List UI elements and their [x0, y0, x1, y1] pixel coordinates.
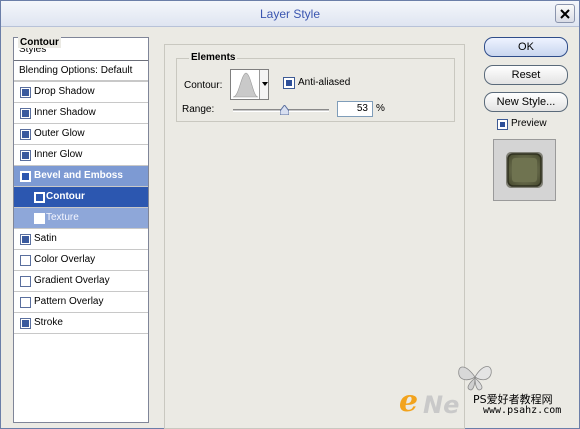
contour-label: Contour: [184, 80, 223, 91]
anti-aliased-checkbox[interactable] [283, 77, 295, 89]
new-style-button[interactable]: New Style... [484, 92, 568, 112]
style-item-label: Drop Shadow [34, 86, 95, 97]
preview-swatch [494, 140, 555, 200]
style-item-label: Texture [46, 212, 79, 223]
checkbox-drop-shadow[interactable] [20, 87, 31, 98]
style-item-color-overlay[interactable]: Color Overlay [14, 250, 148, 271]
style-item-inner-glow[interactable]: Inner Glow [14, 145, 148, 166]
style-item-outer-glow[interactable]: Outer Glow [14, 124, 148, 145]
checkbox-satin[interactable] [20, 234, 31, 245]
style-item-label: Inner Glow [34, 149, 83, 160]
close-icon [560, 8, 570, 19]
styles-list: Styles Blending Options: Default Drop Sh… [13, 37, 149, 423]
checkbox-texture[interactable] [34, 213, 45, 224]
style-item-label: Color Overlay [34, 254, 96, 265]
range-label: Range: [182, 104, 215, 115]
butterfly-icon [458, 366, 492, 391]
blending-options-item[interactable]: Blending Options: Default [14, 61, 148, 82]
checkbox-contour[interactable] [34, 192, 45, 203]
contour-picker[interactable] [230, 69, 269, 100]
preview-label: Preview [511, 118, 547, 129]
style-item-label: Bevel and Emboss [34, 170, 123, 181]
checkbox-bevel-emboss[interactable] [20, 171, 31, 182]
watermark-url: www.psahz.com [483, 405, 562, 416]
checkbox-gradient-overlay[interactable] [20, 276, 31, 287]
checkbox-inner-glow[interactable] [20, 150, 31, 161]
close-button[interactable] [555, 4, 575, 23]
style-item-label: Stroke [34, 317, 63, 328]
style-item-stroke[interactable]: Stroke [14, 313, 148, 334]
range-unit: % [376, 103, 385, 114]
anti-aliased-label: Anti-aliased [298, 77, 351, 88]
style-item-pattern-overlay[interactable]: Pattern Overlay [14, 292, 148, 313]
style-item-label: Gradient Overlay [34, 275, 110, 286]
style-item-inner-shadow[interactable]: Inner Shadow [14, 103, 148, 124]
checkbox-color-overlay[interactable] [20, 255, 31, 266]
title-bar[interactable]: Layer Style [1, 1, 579, 27]
ok-button[interactable]: OK [484, 37, 568, 57]
watermark-ne: Ne [423, 391, 460, 419]
range-input[interactable]: 53 [337, 101, 373, 117]
style-item-contour[interactable]: Contour [14, 187, 148, 208]
style-item-gradient-overlay[interactable]: Gradient Overlay [14, 271, 148, 292]
style-item-texture[interactable]: Texture [14, 208, 148, 229]
style-item-drop-shadow[interactable]: Drop Shadow [14, 82, 148, 103]
range-slider-thumb[interactable] [280, 105, 289, 115]
style-item-satin[interactable]: Satin [14, 229, 148, 250]
style-preview-thumbnail [493, 139, 556, 201]
reset-button[interactable]: Reset [484, 65, 568, 85]
style-item-label: Outer Glow [34, 128, 85, 139]
checkbox-inner-shadow[interactable] [20, 108, 31, 119]
layer-style-dialog: Layer Style Styles Blending Options: Def… [0, 0, 580, 429]
contour-curve-icon [232, 72, 259, 98]
checkbox-pattern-overlay[interactable] [20, 297, 31, 308]
blending-options-label: Blending Options: Default [19, 65, 133, 76]
preview-checkbox[interactable] [497, 119, 508, 130]
checkbox-outer-glow[interactable] [20, 129, 31, 140]
style-item-label: Inner Shadow [34, 107, 96, 118]
elements-group-title: Elements [189, 52, 238, 63]
style-item-label: Satin [34, 233, 57, 244]
style-item-label: Pattern Overlay [34, 296, 104, 307]
watermark-e: e [399, 384, 419, 419]
contour-dropdown-arrow[interactable] [259, 70, 268, 99]
contour-group-title: Contour [18, 37, 61, 48]
checkbox-stroke[interactable] [20, 318, 31, 329]
style-item-label: Contour [46, 191, 85, 202]
window-title: Layer Style [259, 7, 321, 21]
style-item-bevel-emboss[interactable]: Bevel and Emboss [14, 166, 148, 187]
